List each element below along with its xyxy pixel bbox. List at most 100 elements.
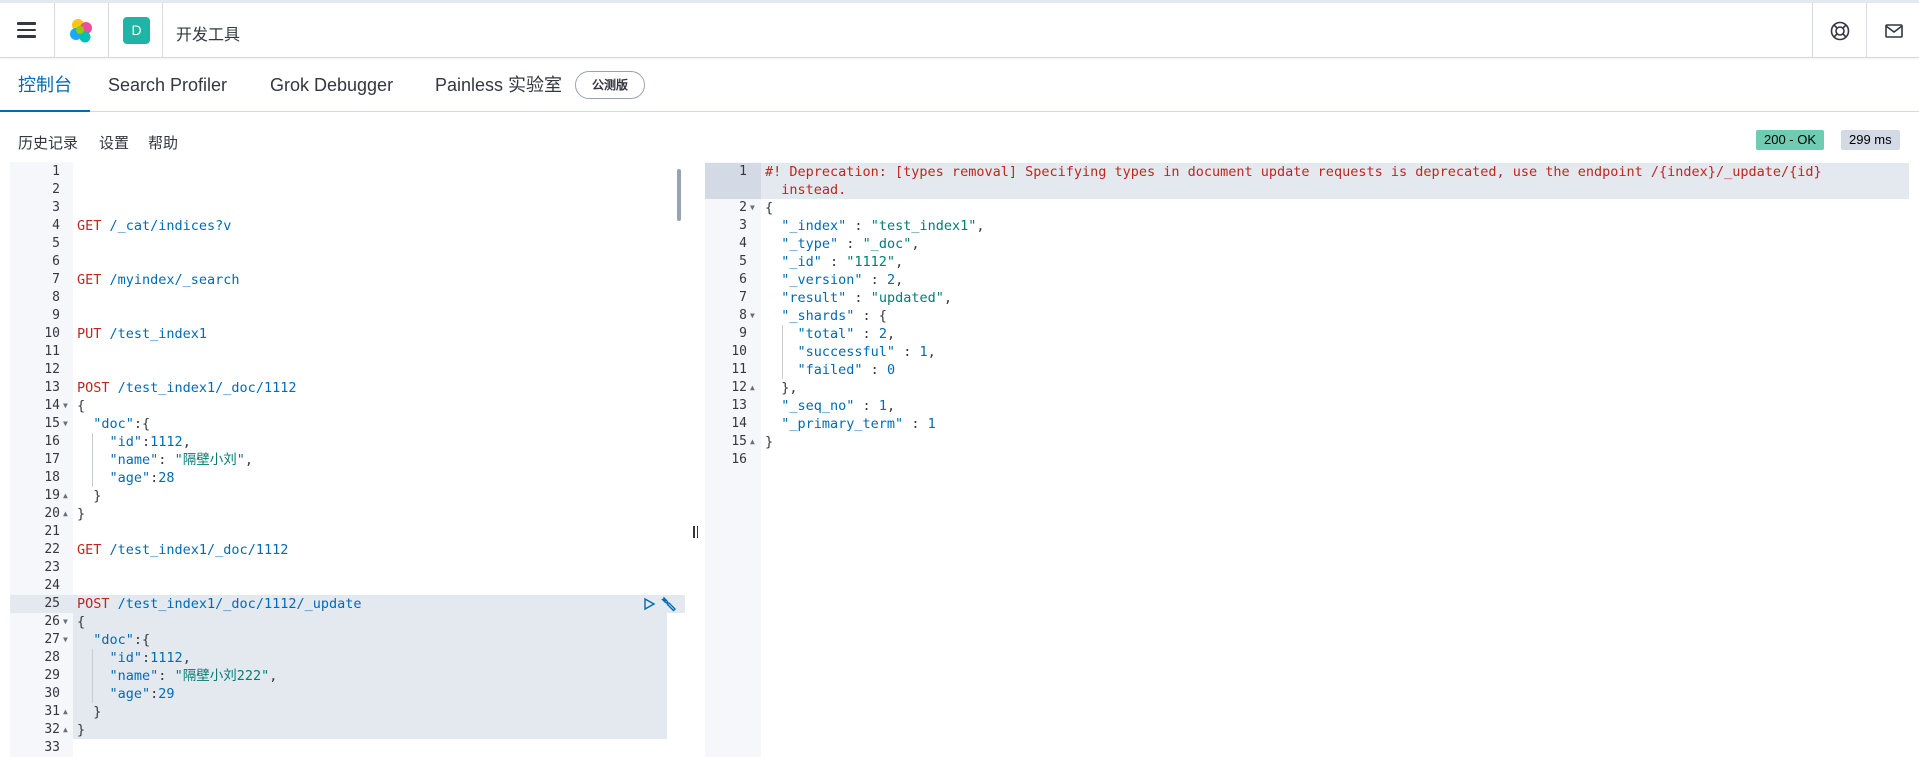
request-line: 22 GET /test_index1/_doc/1112 [10, 541, 685, 559]
code-text: POST /test_index1/_doc/1112/_update [77, 596, 362, 612]
tab-painless-lab[interactable]: Painless 实验室 [435, 58, 562, 112]
request-line: 32 ▲} [10, 721, 685, 739]
fold-toggle-icon[interactable]: ▲ [63, 721, 68, 739]
fold-toggle-icon[interactable]: ▼ [63, 397, 68, 415]
code-text: "id":1112, [109, 650, 191, 666]
request-line: 10 PUT /test_index1 [10, 325, 685, 343]
line-number: 10 [44, 326, 60, 341]
request-line: 33 [10, 739, 685, 757]
response-line: instead. [705, 181, 1919, 199]
fold-toggle-icon[interactable]: ▼ [63, 415, 68, 433]
response-line: 6 "_version" : 2, [705, 271, 1919, 289]
indent-guide [92, 433, 93, 487]
line-number: 31 [44, 704, 60, 719]
request-editor-scrollbar[interactable] [677, 169, 681, 221]
request-line: 15 ▼ "doc":{ [10, 415, 685, 433]
code-text: } [77, 488, 102, 504]
request-line: 12 [10, 361, 685, 379]
help-link[interactable]: 帮助 [148, 132, 178, 153]
code-text: "_seq_no" : 1, [781, 398, 896, 414]
selected-request-highlight [73, 721, 667, 739]
header-divider [1866, 3, 1867, 58]
line-number: 23 [44, 560, 60, 575]
fold-toggle-icon[interactable]: ▼ [63, 631, 68, 649]
panel-resizer[interactable] [693, 525, 701, 543]
response-line: 12 ▲ }, [705, 379, 1919, 397]
code-text: "_index" : "test_index1", [781, 218, 985, 234]
tab-grok-debugger[interactable]: Grok Debugger [270, 58, 393, 112]
code-text: "doc":{ [93, 632, 151, 648]
header-divider [54, 3, 55, 58]
hamburger-menu-icon[interactable] [12, 18, 42, 42]
line-number: 8 [52, 290, 60, 305]
wrench-icon[interactable] [660, 595, 678, 613]
code-text: "_shards" : { [781, 308, 887, 324]
console-menu: 历史记录 设置 帮助 [0, 112, 1919, 162]
code-text: "name": "隔壁小刘222", [109, 668, 278, 684]
request-editor[interactable]: 1 2 3 4 GET /_cat/indices?v 5 6 7 GET /myindex/_… [10, 162, 685, 757]
top-header: D 开发工具 [0, 0, 1919, 58]
code-text: } [77, 722, 86, 738]
code-text: instead. [765, 182, 847, 198]
fold-toggle-icon[interactable]: ▲ [63, 487, 68, 505]
code-text: "name": "隔壁小刘", [109, 452, 253, 468]
code-text: { [765, 200, 774, 216]
line-number: 16 [44, 434, 60, 449]
header-divider [162, 3, 163, 58]
tab-search-profiler[interactable]: Search Profiler [108, 58, 227, 112]
fold-toggle-icon[interactable]: ▲ [63, 703, 68, 721]
response-line: 14 "_primary_term" : 1 [705, 415, 1919, 433]
indent-guide [782, 325, 783, 379]
response-line: 15 ▲} [705, 433, 1919, 451]
fold-toggle-icon[interactable]: ▼ [63, 613, 68, 631]
play-icon[interactable] [642, 595, 656, 613]
tab-console[interactable]: 控制台 [0, 58, 90, 112]
elastic-logo-icon[interactable] [68, 18, 94, 44]
fold-toggle-icon[interactable]: ▲ [63, 505, 68, 523]
code-text: { [77, 614, 86, 630]
active-line-highlight [761, 181, 1909, 199]
line-number: 7 [52, 272, 60, 287]
history-link[interactable]: 历史记录 [18, 132, 78, 153]
line-number: 5 [739, 254, 747, 269]
breadcrumb-app-title: 开发工具 [176, 27, 241, 44]
active-gutter-highlight [705, 181, 761, 199]
request-line: 31 ▲ } [10, 703, 685, 721]
line-number: 2 [739, 200, 747, 215]
line-number: 19 [44, 488, 60, 503]
selected-request-highlight [73, 631, 667, 649]
code-text: }, [765, 380, 798, 396]
line-number: 6 [52, 254, 60, 269]
line-number: 17 [44, 452, 60, 467]
line-number: 18 [44, 470, 60, 485]
code-text: } [765, 434, 774, 450]
line-number: 13 [731, 398, 747, 413]
code-text: PUT /test_index1 [77, 326, 208, 342]
code-text: } [77, 506, 86, 522]
fold-toggle-icon[interactable]: ▲ [750, 433, 755, 451]
request-line: 11 [10, 343, 685, 361]
help-lifebuoy-icon[interactable] [1829, 20, 1851, 42]
code-text: "failed" : 0 [797, 362, 896, 378]
line-number: 2 [52, 182, 60, 197]
fold-toggle-icon[interactable]: ▼ [750, 199, 755, 217]
request-line: 17 "name": "隔壁小刘", [10, 451, 685, 469]
response-line: 8 ▼ "_shards" : { [705, 307, 1919, 325]
selected-request-highlight [73, 613, 667, 631]
response-editor: 1 #! Deprecation: [types removal] Specify… [705, 162, 1919, 757]
settings-link[interactable]: 设置 [99, 132, 129, 153]
code-text: "total" : 2, [797, 326, 896, 342]
fold-toggle-icon[interactable]: ▲ [750, 379, 755, 397]
code-text: POST /test_index1/_doc/1112 [77, 380, 297, 396]
mail-icon[interactable] [1883, 20, 1905, 42]
request-line: 4 GET /_cat/indices?v [10, 217, 685, 235]
line-number: 9 [739, 326, 747, 341]
code-text: GET /_cat/indices?v [77, 218, 232, 234]
line-number: 30 [44, 686, 60, 701]
fold-toggle-icon[interactable]: ▼ [750, 307, 755, 325]
request-line: 9 [10, 307, 685, 325]
request-line: 8 [10, 289, 685, 307]
line-number: 5 [52, 236, 60, 251]
space-avatar[interactable]: D [123, 17, 150, 44]
line-number: 29 [44, 668, 60, 683]
